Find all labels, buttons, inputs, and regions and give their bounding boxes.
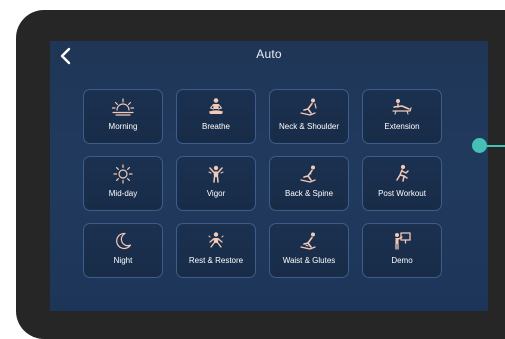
program-tile-night[interactable]: Night [83,223,163,278]
program-tile-label: Rest & Restore [188,256,244,265]
neck-shoulder-icon [300,98,317,116]
callout-dot [472,138,487,153]
program-tile-label: Waist & Glutes [282,256,336,265]
program-tile-label: Demo [391,256,413,265]
program-tile-label: Vigor [206,189,226,198]
back-spine-icon [300,165,316,183]
program-tile-back-spine[interactable]: Back & Spine [269,156,349,211]
program-tile-label: Morning [108,122,138,131]
program-tile-post-workout[interactable]: Post Workout [362,156,442,211]
sunrise-icon [111,98,135,116]
post-workout-icon [396,164,409,182]
program-tile-label: Breathe [201,122,231,131]
top-bar: Auto [50,41,488,71]
program-tile-morning[interactable]: Morning [83,89,163,144]
program-tile-label: Extension [384,122,420,131]
sun-icon [113,164,133,184]
program-tile-label: Mid-day [108,189,138,198]
callout-line [484,145,505,147]
vigor-icon [208,165,224,183]
program-tile-breathe[interactable]: Breathe [176,89,256,144]
tablet-screen: Auto Morning Breathe Neck & Shoulder Ext… [50,41,488,311]
rest-restore-icon [208,232,224,248]
program-tile-label: Neck & Shoulder [278,122,340,131]
waist-glutes-icon [300,232,316,250]
program-tile-label: Back & Spine [284,189,334,198]
breathe-icon [209,98,223,114]
program-tile-mid-day[interactable]: Mid-day [83,156,163,211]
program-tile-neck-shoulder[interactable]: Neck & Shoulder [269,89,349,144]
program-tile-label: Post Workout [378,189,426,198]
extension-icon [392,99,412,115]
program-tile-extension[interactable]: Extension [362,89,442,144]
program-tile-rest-restore[interactable]: Rest & Restore [176,223,256,278]
program-grid: Morning Breathe Neck & Shoulder Extensio… [83,89,442,278]
program-tile-vigor[interactable]: Vigor [176,156,256,211]
program-tile-label: Night [113,256,133,265]
moon-icon [116,232,132,250]
demo-icon [395,232,411,250]
page-title: Auto [256,47,282,61]
program-tile-waist-glutes[interactable]: Waist & Glutes [269,223,349,278]
program-tile-demo[interactable]: Demo [362,223,442,278]
